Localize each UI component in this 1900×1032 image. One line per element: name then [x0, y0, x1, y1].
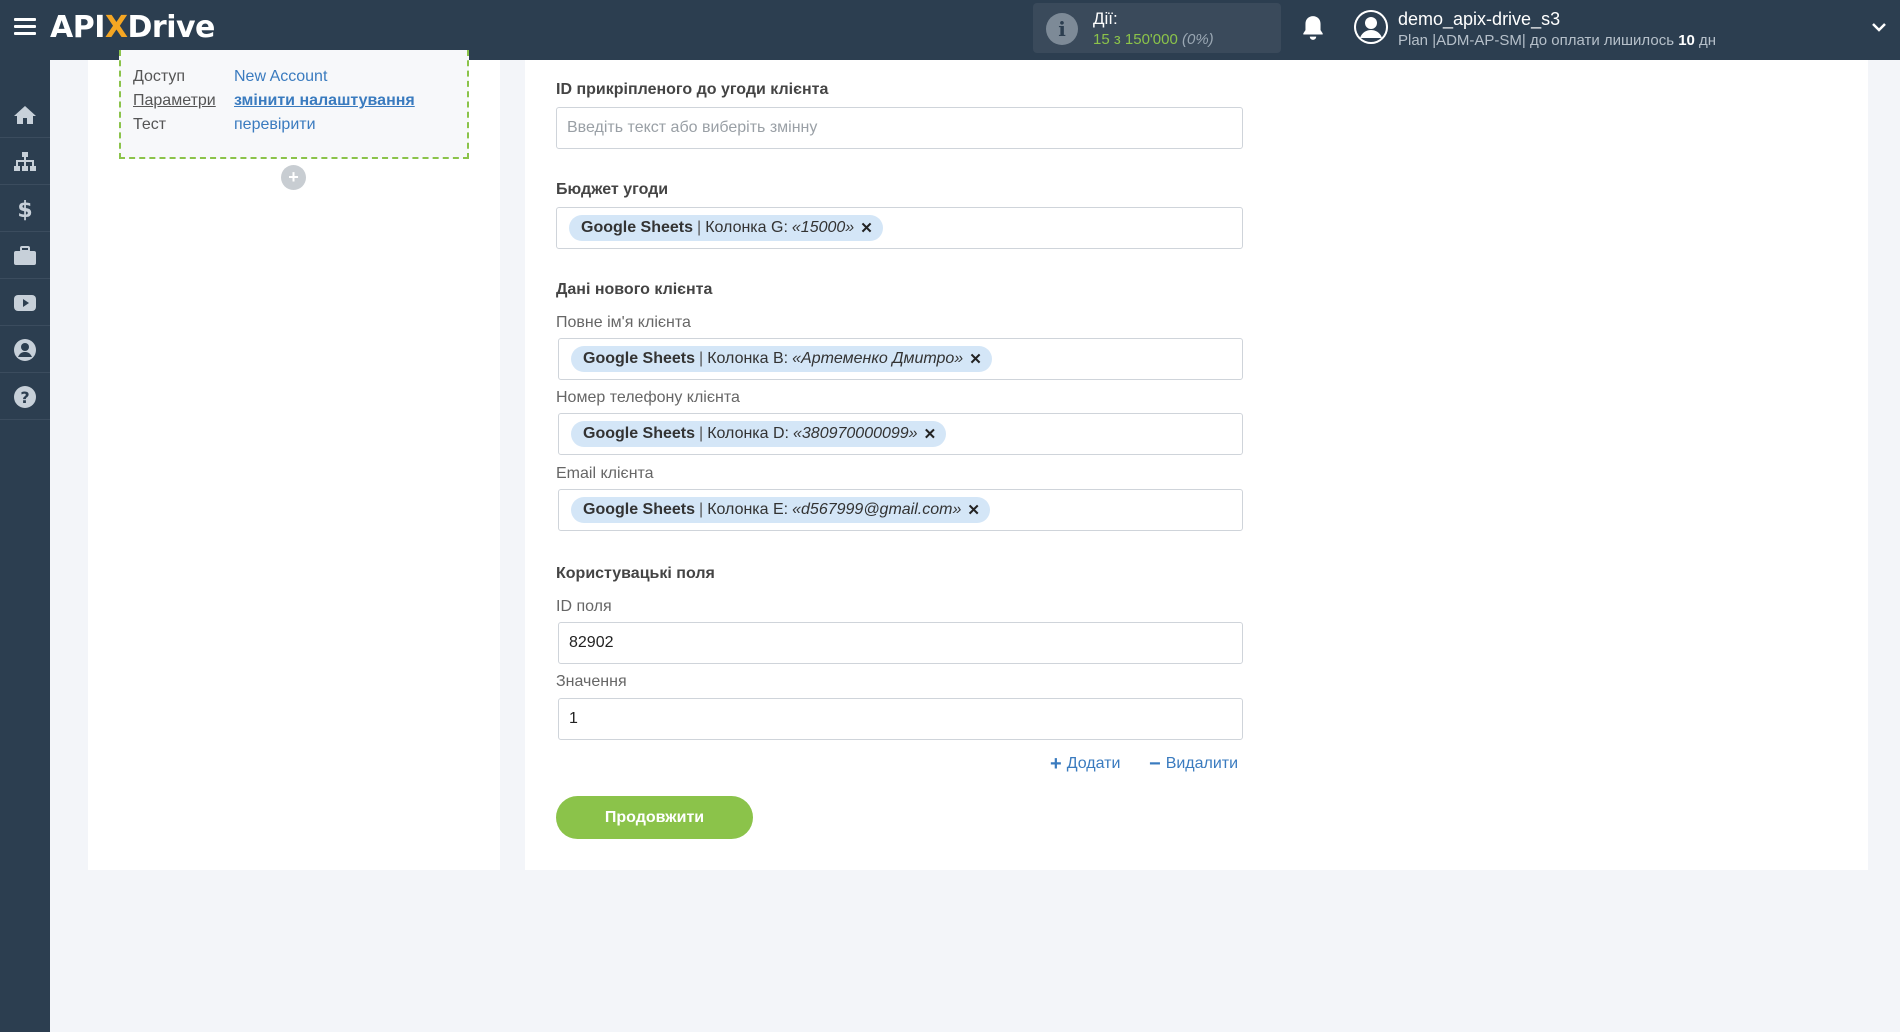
variable-tag: Google Sheets | Колонка G: «15000» ✕	[569, 215, 883, 241]
variable-tag: Google Sheets | Колонка E: «d567999@gmail.c…	[571, 497, 990, 523]
client-deal-id-label: ID прикріпленого до угоди клієнта	[556, 81, 829, 98]
field-id-input[interactable]	[558, 622, 1243, 664]
sidebar-item-billing[interactable]: $	[0, 186, 50, 232]
home-icon	[14, 105, 36, 124]
minus-icon: −	[1149, 753, 1161, 775]
custom-fields-section-title: Користувацькі поля	[556, 565, 715, 582]
dollar-icon: $	[17, 198, 32, 221]
row-key-params[interactable]: Параметри	[133, 92, 216, 110]
variable-tag: Google Sheets | Колонка B: «Артеменко Дмитр…	[571, 346, 992, 372]
actions-label: Дії:	[1093, 9, 1118, 28]
remove-tag-icon[interactable]: ✕	[969, 350, 982, 368]
bell-icon[interactable]	[1300, 14, 1326, 42]
sidebar-item-services[interactable]	[0, 233, 50, 279]
test-link[interactable]: перевірити	[234, 116, 316, 134]
field-value-input[interactable]	[558, 698, 1243, 740]
youtube-icon	[14, 294, 36, 311]
remove-tag-icon[interactable]: ✕	[967, 501, 980, 519]
access-link[interactable]: New Account	[234, 68, 327, 86]
menu-icon[interactable]	[14, 18, 36, 36]
add-field-button[interactable]: + Додати	[1050, 753, 1120, 775]
svg-text:$: $	[17, 198, 32, 221]
sidebar: $ ?	[0, 60, 50, 1032]
remove-tag-icon[interactable]: ✕	[924, 425, 937, 443]
variable-tag: Google Sheets | Колонка D: «380970000099» ✕	[571, 421, 947, 447]
client-phone-field[interactable]: Google Sheets | Колонка D: «380970000099» ✕	[558, 413, 1243, 455]
actions-counter: i Дії: 15 з 150'000 (0%)	[1033, 3, 1281, 53]
left-panel: Доступ New Account Параметри змінити нал…	[88, 50, 500, 870]
apix-drive-logo[interactable]: APIXDrive	[50, 10, 215, 45]
row-key-test: Тест	[133, 116, 167, 133]
row-key-access: Доступ	[133, 68, 186, 85]
chevron-down-icon[interactable]	[1870, 18, 1888, 36]
plan-info: Plan |ADM-AP-SM| до оплати лишилось 10 д…	[1398, 32, 1717, 49]
client-full-name-label: Повне ім'я клієнта	[556, 314, 691, 331]
main-panel: ID прикріпленого до угоди клієнта Бюджет…	[525, 60, 1868, 870]
new-client-section-title: Дані нового клієнта	[556, 281, 713, 298]
deal-budget-field[interactable]: Google Sheets | Колонка G: «15000» ✕	[556, 207, 1243, 249]
sidebar-item-video[interactable]	[0, 280, 50, 326]
help-icon: ?	[14, 385, 36, 408]
info-icon: i	[1046, 13, 1078, 45]
field-id-label: ID поля	[556, 598, 612, 615]
avatar[interactable]	[1354, 10, 1388, 44]
sidebar-item-home[interactable]	[0, 92, 50, 138]
continue-button[interactable]: Продовжити	[556, 796, 753, 839]
add-block-button[interactable]: +	[281, 165, 306, 190]
sitemap-icon	[14, 151, 36, 171]
sidebar-item-profile[interactable]	[0, 327, 50, 373]
client-email-label: Email клієнта	[556, 465, 654, 482]
client-phone-label: Номер телефону клієнта	[556, 389, 740, 406]
client-email-field[interactable]: Google Sheets | Колонка E: «d567999@gmail.c…	[558, 489, 1243, 531]
client-deal-id-input[interactable]	[556, 107, 1243, 149]
plus-icon: +	[1050, 753, 1062, 775]
deal-budget-label: Бюджет угоди	[556, 181, 669, 198]
change-settings-link[interactable]: змінити налаштування	[234, 92, 415, 110]
destination-block: Доступ New Account Параметри змінити нал…	[119, 50, 469, 159]
user-name[interactable]: demo_apix-drive_s3	[1398, 9, 1560, 30]
actions-count: 15 з 150'000 (0%)	[1093, 31, 1214, 48]
sidebar-item-help[interactable]: ?	[0, 374, 50, 420]
user-icon	[14, 338, 36, 361]
field-value-label: Значення	[556, 673, 627, 690]
remove-tag-icon[interactable]: ✕	[860, 219, 873, 237]
client-full-name-field[interactable]: Google Sheets | Колонка B: «Артеменко Дмитр…	[558, 338, 1243, 380]
sidebar-item-connections[interactable]	[0, 139, 50, 185]
remove-field-button[interactable]: − Видалити	[1149, 753, 1238, 775]
svg-text:?: ?	[20, 388, 29, 407]
briefcase-icon	[14, 245, 36, 265]
